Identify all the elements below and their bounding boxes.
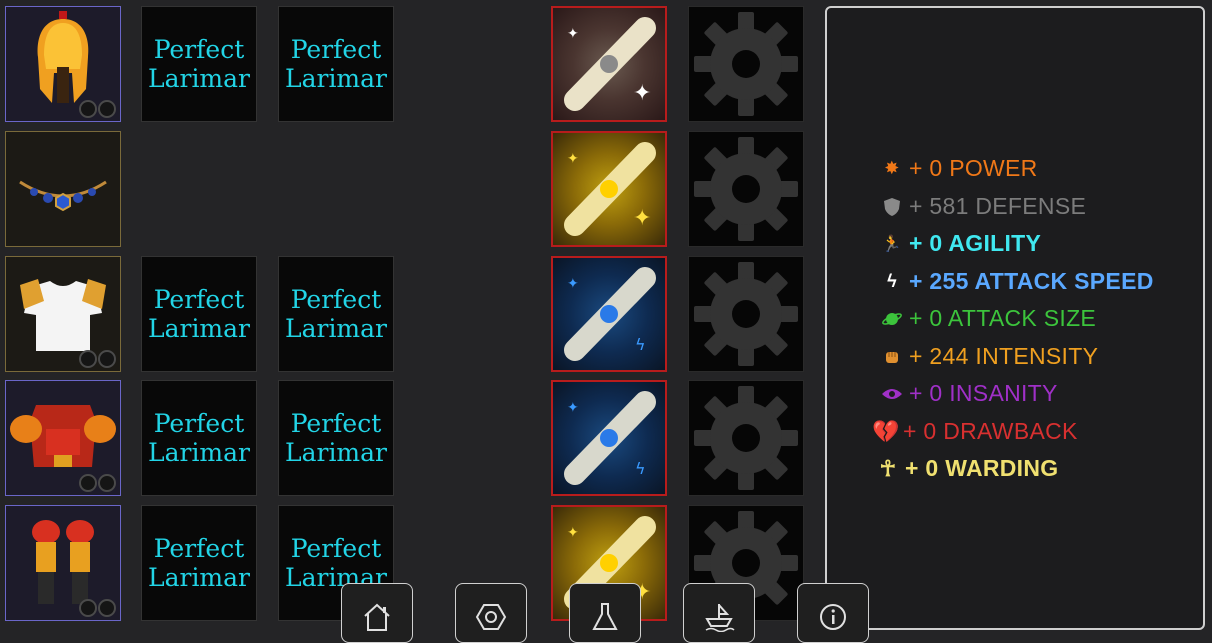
fist-icon xyxy=(879,344,905,370)
home-icon xyxy=(364,603,390,631)
stat-defense-text: + 581 DEFENSE xyxy=(909,193,1087,219)
stat-warding: ☥ + 0 WARDING xyxy=(875,455,1059,482)
gem-label: Perfect Larimar xyxy=(147,534,250,592)
gem-label: Perfect Larimar xyxy=(147,285,250,343)
runner-icon: 🏃 xyxy=(881,235,903,253)
gem-label: Perfect Larimar xyxy=(284,409,387,467)
stat-attack-speed-text: + 255 ATTACK SPEED xyxy=(909,268,1154,294)
gem-label: Perfect Larimar xyxy=(147,35,250,93)
stat-agility: 🏃 + 0 AGILITY xyxy=(879,230,1041,257)
shield-icon xyxy=(879,194,905,220)
stat-agility-text: + 0 AGILITY xyxy=(909,230,1042,256)
flask-icon xyxy=(592,603,618,630)
svg-text:✦: ✦ xyxy=(633,81,651,106)
gear-icon xyxy=(694,386,798,490)
gem-slot[interactable]: Perfect Larimar xyxy=(141,380,257,496)
silver-scroll-icon: ✦ ✦ xyxy=(564,17,656,111)
equipment-slot-helmet[interactable] xyxy=(5,6,121,122)
sapphire-necklace-icon xyxy=(19,180,107,212)
gem-slot[interactable]: Perfect Larimar xyxy=(278,256,394,372)
enchant-scroll-slot[interactable]: ϟ ✦ xyxy=(551,256,667,372)
svg-text:ϟ: ϟ xyxy=(635,335,646,354)
gear-icon xyxy=(694,262,798,366)
stat-insanity-text: + 0 INSANITY xyxy=(909,380,1058,406)
nav-info-button[interactable] xyxy=(797,583,869,643)
empty-socket-icon xyxy=(79,350,97,368)
info-icon xyxy=(820,604,846,630)
gem-label: Perfect Larimar xyxy=(284,285,387,343)
settings-slot[interactable] xyxy=(688,380,804,496)
nav-home-button[interactable] xyxy=(341,583,413,643)
lightning-icon: ϟ xyxy=(887,271,897,291)
svg-text:✦: ✦ xyxy=(567,525,579,541)
equipment-slot-legs[interactable] xyxy=(5,505,121,621)
socket-indicators xyxy=(79,100,116,118)
planet-icon xyxy=(879,306,905,332)
stat-intensity: + 244 INTENSITY xyxy=(879,343,1098,370)
gem-label: Perfect Larimar xyxy=(284,35,387,93)
empty-socket-icon xyxy=(98,474,116,492)
gem-slot[interactable]: Perfect Larimar xyxy=(278,380,394,496)
socket-indicators xyxy=(79,599,116,617)
svg-text:✦: ✦ xyxy=(567,400,579,416)
gear-icon xyxy=(694,12,798,116)
stat-insanity: + 0 INSANITY xyxy=(879,380,1058,407)
nav-hexagon-button[interactable] xyxy=(455,583,527,643)
socket-indicators xyxy=(79,350,116,368)
equipment-slot-chest[interactable] xyxy=(5,256,121,372)
enchant-scroll-slot[interactable]: ✦ ✦ xyxy=(551,131,667,247)
svg-text:✦: ✦ xyxy=(633,206,651,231)
burst-icon: ✸ xyxy=(884,158,900,178)
stat-attack-size-text: + 0 ATTACK SIZE xyxy=(909,305,1097,331)
ship-icon xyxy=(705,604,735,632)
stat-power: ✸ + 0 POWER xyxy=(879,155,1038,182)
stat-power-text: + 0 POWER xyxy=(909,155,1038,181)
settings-slot[interactable] xyxy=(688,256,804,372)
gem-label: Perfect Larimar xyxy=(147,409,250,467)
blue-scroll-icon: ϟ ✦ xyxy=(564,267,656,361)
eye-icon xyxy=(879,381,905,407)
svg-text:✦: ✦ xyxy=(567,276,579,292)
empty-socket-icon xyxy=(79,100,97,118)
gold-scroll-icon: ✦ ✦ xyxy=(564,142,656,236)
gem-slot[interactable]: Perfect Larimar xyxy=(141,6,257,122)
empty-socket-icon xyxy=(98,350,116,368)
settings-slot[interactable] xyxy=(688,6,804,122)
svg-text:✦: ✦ xyxy=(567,26,579,42)
empty-socket-icon xyxy=(79,599,97,617)
settings-slot[interactable] xyxy=(688,131,804,247)
nav-flask-button[interactable] xyxy=(569,583,641,643)
svg-text:✦: ✦ xyxy=(567,151,579,167)
svg-text:ϟ: ϟ xyxy=(635,459,646,478)
stat-drawback: 💔 + 0 DRAWBACK xyxy=(872,418,1078,445)
enchant-scroll-slot[interactable]: ✦ ✦ xyxy=(551,6,667,122)
empty-socket-icon xyxy=(98,599,116,617)
stat-attack-size: + 0 ATTACK SIZE xyxy=(879,305,1096,332)
hexagon-icon xyxy=(475,604,507,630)
nav-ship-button[interactable] xyxy=(683,583,755,643)
broken-heart-icon: 💔 xyxy=(872,418,900,444)
stat-attack-speed: ϟ + 255 ATTACK SPEED xyxy=(879,268,1154,295)
enchant-scroll-slot[interactable]: ϟ ✦ xyxy=(551,380,667,496)
gear-icon xyxy=(694,137,798,241)
stat-drawback-text: + 0 DRAWBACK xyxy=(903,418,1078,444)
stats-panel: ✸ + 0 POWER + 581 DEFENSE 🏃 + 0 AGILITY … xyxy=(825,6,1205,630)
gem-slot[interactable]: Perfect Larimar xyxy=(141,256,257,372)
ankh-icon: ☥ xyxy=(879,455,897,481)
empty-socket-icon xyxy=(79,474,97,492)
equipment-slot-armor[interactable] xyxy=(5,380,121,496)
blue-scroll-icon: ϟ ✦ xyxy=(564,391,656,485)
stat-intensity-text: + 244 INTENSITY xyxy=(909,343,1099,369)
gem-slot[interactable]: Perfect Larimar xyxy=(141,505,257,621)
stat-warding-text: + 0 WARDING xyxy=(905,455,1059,481)
socket-indicators xyxy=(79,474,116,492)
empty-socket-icon xyxy=(98,100,116,118)
gem-slot[interactable]: Perfect Larimar xyxy=(278,6,394,122)
stat-defense: + 581 DEFENSE xyxy=(879,193,1086,220)
equipment-slot-necklace[interactable] xyxy=(5,131,121,247)
